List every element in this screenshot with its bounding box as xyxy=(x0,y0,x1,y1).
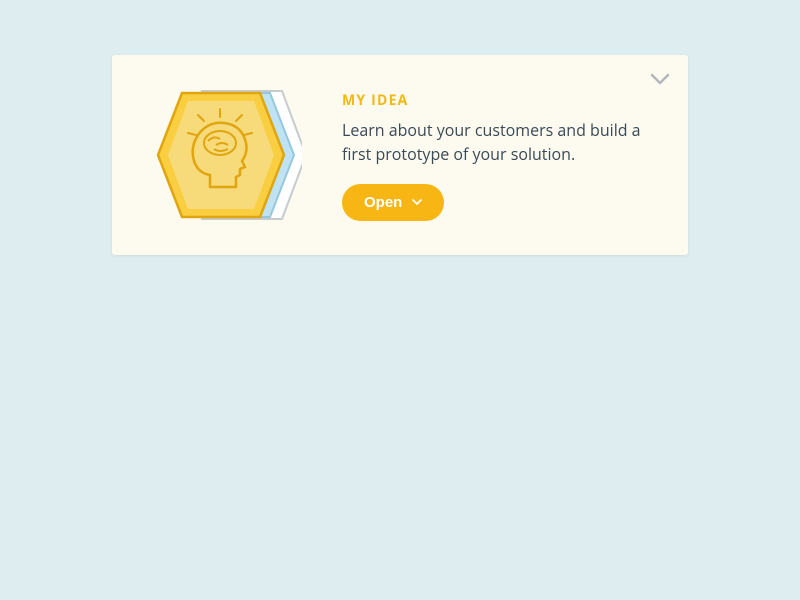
brain-idea-icon xyxy=(142,85,302,225)
idea-illustration xyxy=(142,85,302,225)
idea-card: MY IDEA Learn about your customers and b… xyxy=(112,55,688,255)
chevron-down-icon xyxy=(412,199,422,206)
card-content: MY IDEA Learn about your customers and b… xyxy=(342,85,662,225)
collapse-toggle[interactable] xyxy=(648,67,672,91)
chevron-down-icon xyxy=(650,73,670,85)
card-description: Learn about your customers and build a f… xyxy=(342,118,652,166)
open-button-label: Open xyxy=(364,194,402,211)
card-title: MY IDEA xyxy=(342,91,662,110)
open-button[interactable]: Open xyxy=(342,184,444,221)
